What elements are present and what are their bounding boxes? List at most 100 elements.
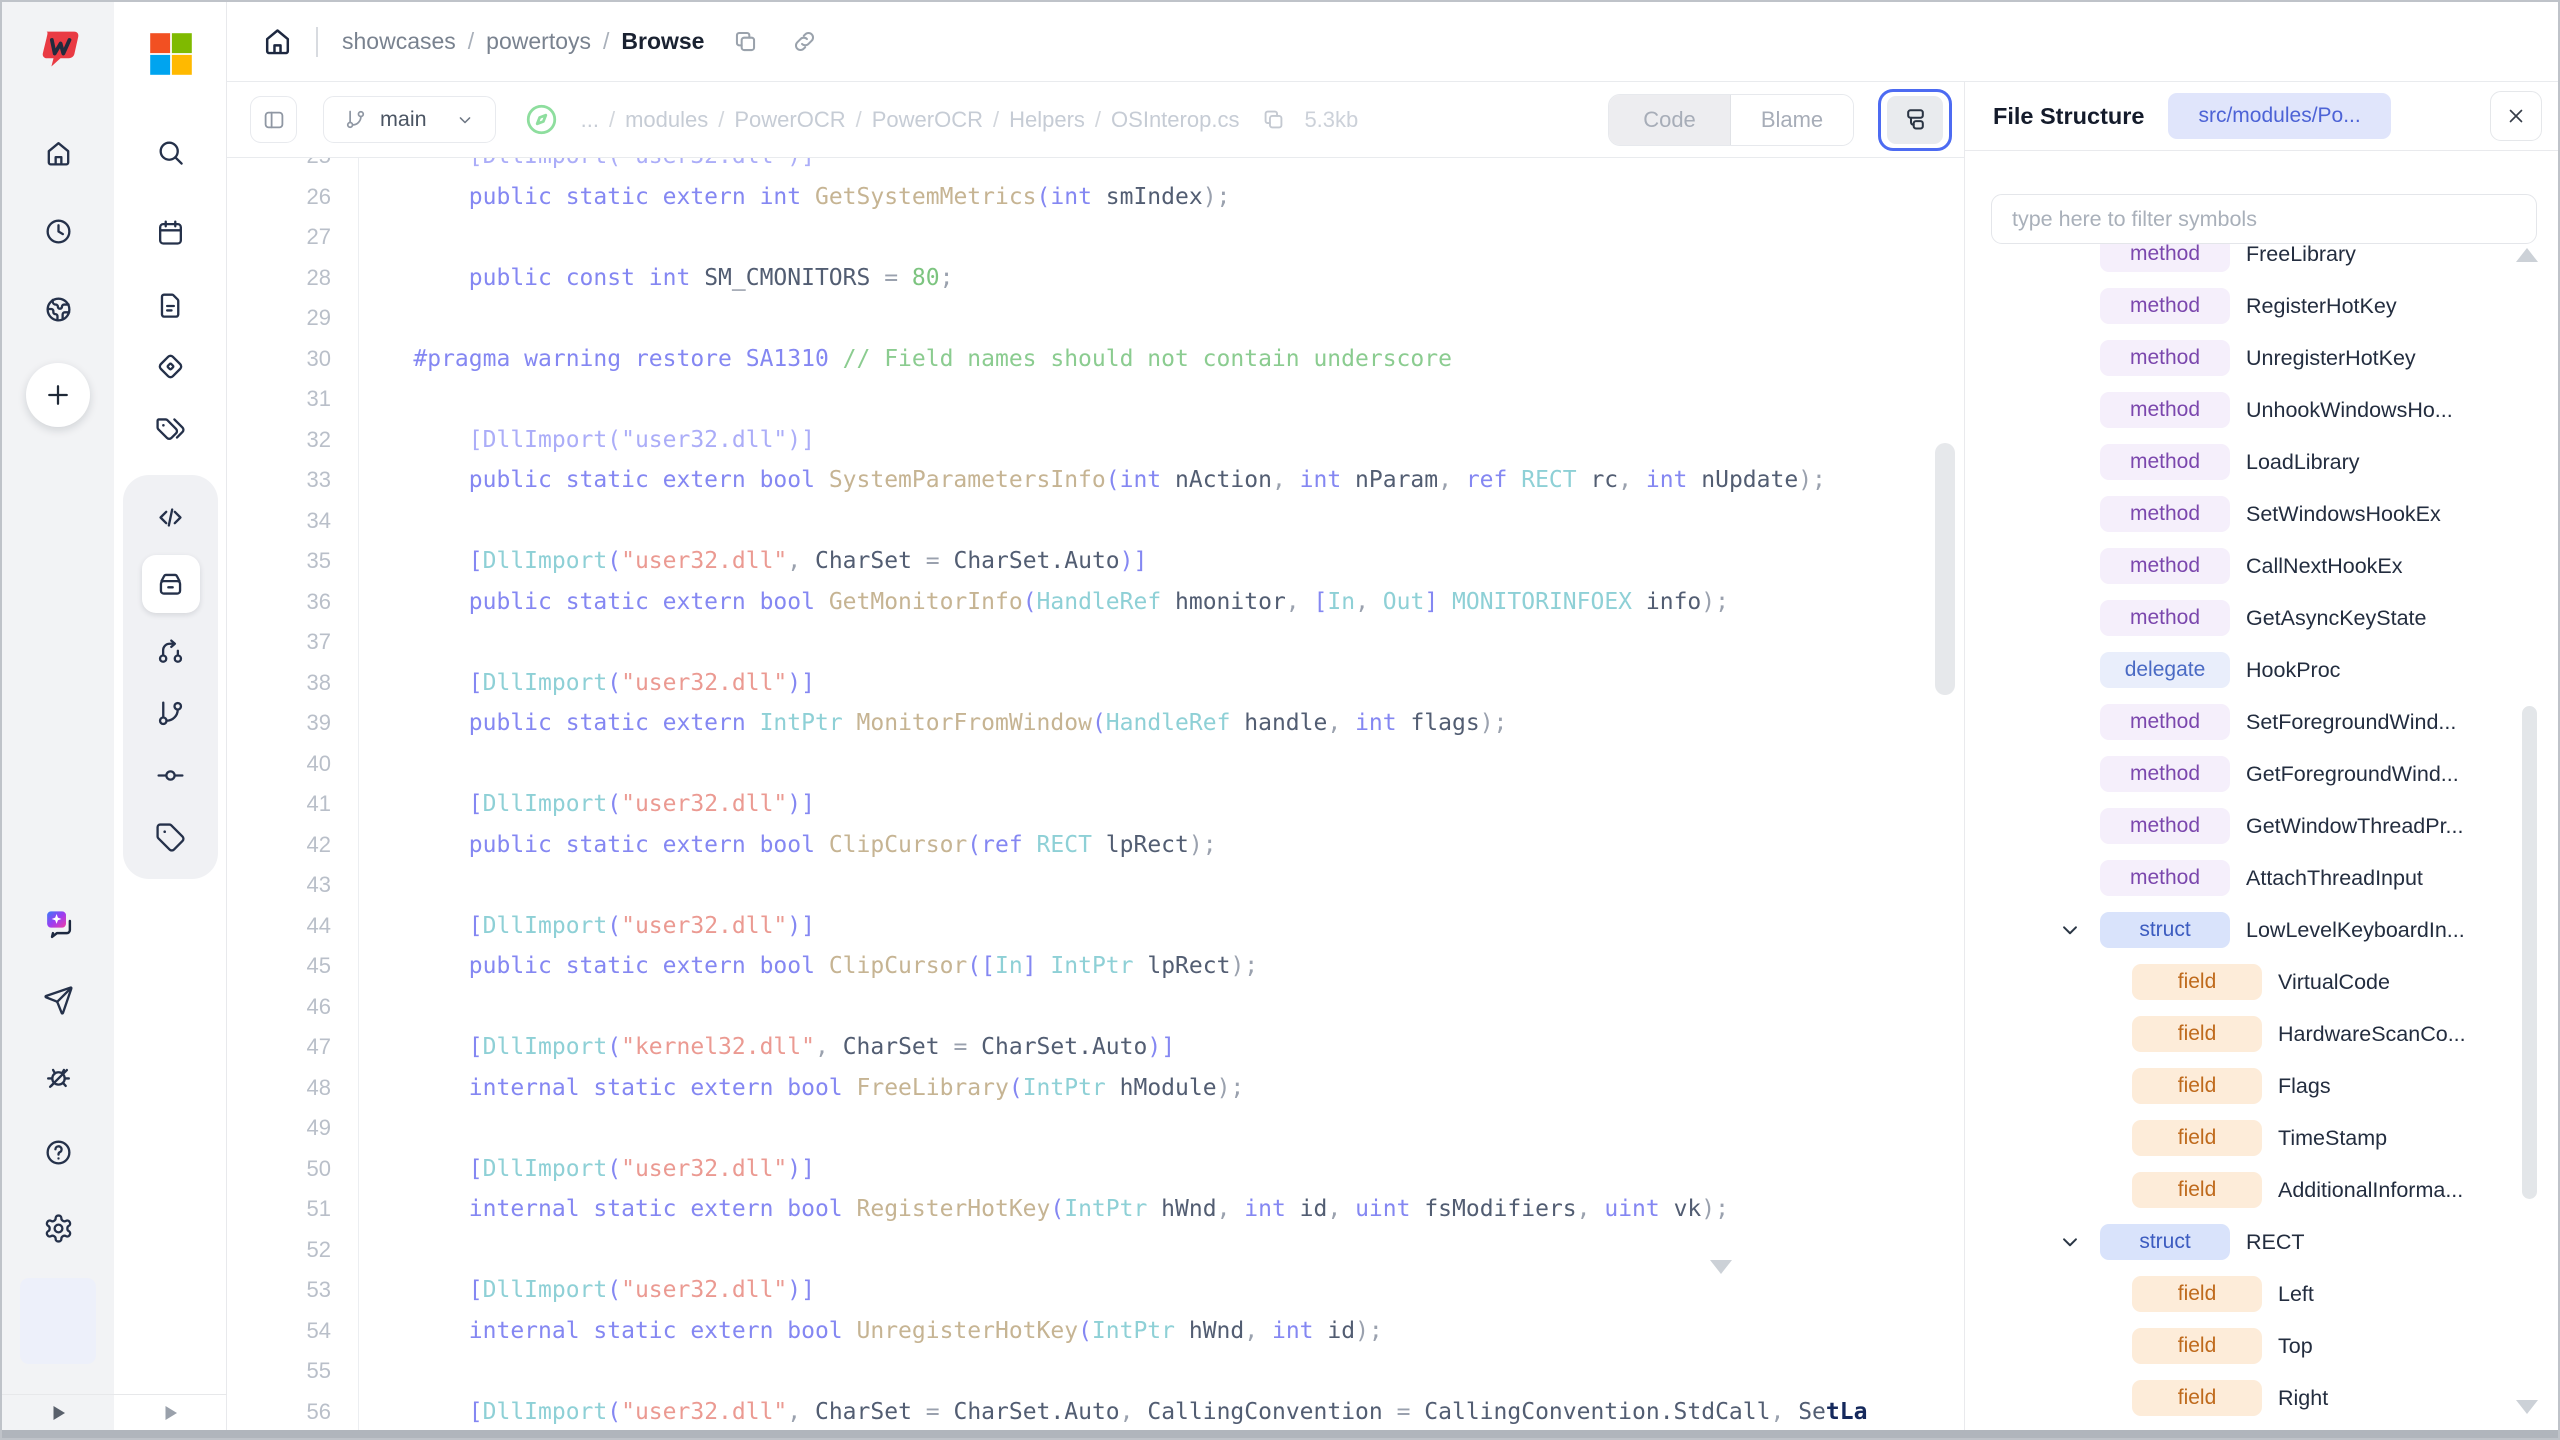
- line-number[interactable]: 42: [227, 832, 358, 858]
- path-segment[interactable]: OSInterop.cs: [1111, 107, 1239, 133]
- line-number[interactable]: 56: [227, 1399, 358, 1425]
- symbol-row[interactable]: methodSetForegroundWind...: [1965, 696, 2560, 748]
- line-number[interactable]: 48: [227, 1075, 358, 1101]
- symbol-filter-input[interactable]: [1991, 194, 2537, 244]
- chevron-down-icon[interactable]: [2057, 917, 2083, 943]
- sidebar-item-code[interactable]: [142, 493, 200, 541]
- symbol-row[interactable]: fieldTop: [1965, 1320, 2560, 1372]
- sidebar-item-calendar[interactable]: [148, 210, 192, 254]
- line-number[interactable]: 36: [227, 589, 358, 615]
- line-number[interactable]: 34: [227, 508, 358, 534]
- horizontal-scrollbar[interactable]: [2, 1430, 2558, 1438]
- sidebar-item-settings[interactable]: [36, 1206, 80, 1250]
- panel-scroll-down-arrow[interactable]: [2516, 1400, 2538, 1414]
- symbol-row[interactable]: methodGetAsyncKeyState: [1965, 592, 2560, 644]
- code-viewer[interactable]: 25 [DllImport("user32.dll")]26 public st…: [227, 158, 1964, 1435]
- symbol-row[interactable]: fieldLeft: [1965, 1268, 2560, 1320]
- panel-path-badge[interactable]: src/modules/Po...: [2168, 93, 2390, 139]
- sidebar-item-tag[interactable]: [142, 813, 200, 861]
- line-number[interactable]: 47: [227, 1034, 358, 1060]
- path-segment[interactable]: PowerOCR: [872, 107, 983, 133]
- sidebar-item-send[interactable]: [36, 978, 80, 1022]
- sidebar-item-directions[interactable]: [148, 344, 192, 388]
- line-number[interactable]: 55: [227, 1358, 358, 1384]
- line-number[interactable]: 33: [227, 467, 358, 493]
- symbol-row[interactable]: methodGetWindowThreadPr...: [1965, 800, 2560, 852]
- symbol-row[interactable]: methodUnhookWindowsHo...: [1965, 384, 2560, 436]
- symbol-row[interactable]: fieldTimeStamp: [1965, 1112, 2560, 1164]
- panel-scroll-up-arrow[interactable]: [2516, 248, 2538, 262]
- add-button[interactable]: [26, 363, 90, 427]
- path-segment[interactable]: modules: [625, 107, 708, 133]
- symbol-row[interactable]: fieldFlags: [1965, 1060, 2560, 1112]
- line-number[interactable]: 32: [227, 427, 358, 453]
- line-number[interactable]: 49: [227, 1115, 358, 1141]
- line-number[interactable]: 43: [227, 872, 358, 898]
- sidebar-item-home[interactable]: [36, 131, 80, 175]
- brand-logo[interactable]: [32, 24, 84, 76]
- symbol-row[interactable]: methodUnregisterHotKey: [1965, 332, 2560, 384]
- sidebar-item-compare[interactable]: [142, 627, 200, 675]
- sidebar-item-tags[interactable]: [148, 406, 192, 450]
- symbol-row[interactable]: fieldVirtualCode: [1965, 956, 2560, 1008]
- line-number[interactable]: 26: [227, 184, 358, 210]
- breadcrumb-current[interactable]: Browse: [621, 28, 704, 55]
- symbol-row[interactable]: fieldAdditionalInforma...: [1965, 1164, 2560, 1216]
- sidebar-collapse-cell[interactable]: [114, 1395, 227, 1430]
- line-number[interactable]: 46: [227, 994, 358, 1020]
- sidebar-item-clock[interactable]: [36, 209, 80, 253]
- branch-selector[interactable]: main: [323, 96, 496, 143]
- compass-icon[interactable]: [523, 101, 560, 138]
- sidebar-item-bug[interactable]: [36, 1054, 80, 1098]
- symbol-row[interactable]: methodSetWindowsHookEx: [1965, 488, 2560, 540]
- line-number[interactable]: 40: [227, 751, 358, 777]
- sidebar-item-ai-chat[interactable]: [36, 902, 80, 946]
- line-number[interactable]: 28: [227, 265, 358, 291]
- line-number[interactable]: 38: [227, 670, 358, 696]
- line-number[interactable]: 41: [227, 791, 358, 817]
- path-segment[interactable]: ...: [581, 107, 599, 133]
- symbol-row[interactable]: methodRegisterHotKey: [1965, 280, 2560, 332]
- symbol-row[interactable]: fieldBottom: [1965, 1424, 2560, 1427]
- tab-code[interactable]: Code: [1609, 95, 1731, 145]
- line-number[interactable]: 35: [227, 548, 358, 574]
- symbol-row[interactable]: delegateHookProc: [1965, 644, 2560, 696]
- breadcrumb-segment[interactable]: showcases: [342, 28, 456, 55]
- file-structure-toggle-button[interactable]: [1878, 89, 1952, 151]
- line-number[interactable]: 51: [227, 1196, 358, 1222]
- scroll-down-arrow[interactable]: [1710, 1260, 1732, 1274]
- microsoft-logo[interactable]: [145, 28, 197, 80]
- line-number[interactable]: 31: [227, 386, 358, 412]
- sidebar-toggle-button[interactable]: [250, 96, 297, 143]
- symbol-row[interactable]: fieldHardwareScanCo...: [1965, 1008, 2560, 1060]
- rail-collapse-cell[interactable]: [2, 1395, 114, 1430]
- line-number[interactable]: 50: [227, 1156, 358, 1182]
- path-segment[interactable]: Helpers: [1009, 107, 1085, 133]
- line-number[interactable]: 44: [227, 913, 358, 939]
- symbol-row[interactable]: methodAttachThreadInput: [1965, 852, 2560, 904]
- symbol-row[interactable]: methodCallNextHookEx: [1965, 540, 2560, 592]
- line-number[interactable]: 54: [227, 1318, 358, 1344]
- code-scrollbar[interactable]: [1935, 443, 1955, 695]
- path-segment[interactable]: PowerOCR: [734, 107, 845, 133]
- line-number[interactable]: 45: [227, 953, 358, 979]
- tab-blame[interactable]: Blame: [1731, 95, 1853, 145]
- copy-icon[interactable]: [732, 28, 759, 55]
- sidebar-item-search[interactable]: [148, 130, 192, 174]
- line-number[interactable]: 52: [227, 1237, 358, 1263]
- line-number[interactable]: 39: [227, 710, 358, 736]
- copy-path-icon[interactable]: [1261, 107, 1286, 132]
- sidebar-item-help[interactable]: [36, 1130, 80, 1174]
- symbol-row[interactable]: fieldRight: [1965, 1372, 2560, 1424]
- sidebar-item-globe[interactable]: [36, 287, 80, 331]
- sidebar-item-file[interactable]: [148, 283, 192, 327]
- close-panel-button[interactable]: [2490, 91, 2542, 141]
- sidebar-item-archive[interactable]: [142, 555, 200, 613]
- line-number[interactable]: 53: [227, 1277, 358, 1303]
- symbol-row[interactable]: methodLoadLibrary: [1965, 436, 2560, 488]
- panel-scrollbar[interactable]: [2522, 706, 2537, 1199]
- line-number[interactable]: 37: [227, 629, 358, 655]
- breadcrumb-segment[interactable]: powertoys: [486, 28, 591, 55]
- line-number[interactable]: 25: [227, 158, 358, 169]
- sidebar-item-branch[interactable]: [142, 689, 200, 737]
